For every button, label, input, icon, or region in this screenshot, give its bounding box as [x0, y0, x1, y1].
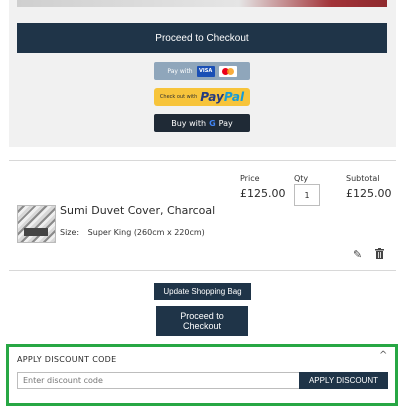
- pay-with-label: Pay with: [167, 67, 193, 75]
- update-shopping-bag-button[interactable]: Update Shopping Bag: [154, 283, 251, 300]
- divider: [9, 270, 396, 271]
- discount-code-input[interactable]: [17, 372, 307, 389]
- size-label: Size:: [60, 228, 80, 237]
- mastercard-icon: [218, 65, 237, 77]
- pay-with-card-button[interactable]: Pay with VISA: [154, 62, 250, 80]
- chevron-up-icon[interactable]: ^: [379, 350, 387, 361]
- google-g-icon: G: [209, 118, 216, 128]
- subtotal-header: Subtotal: [346, 174, 380, 183]
- apply-discount-button[interactable]: APPLY DISCOUNT: [299, 372, 388, 389]
- product-size: Size: Super King (260cm x 220cm): [60, 228, 205, 237]
- item-price: £125.00: [240, 187, 286, 200]
- gpay-suffix: Pay: [218, 118, 233, 128]
- paypal-checkout-label: Check out with: [159, 94, 198, 100]
- proceed-to-checkout-button-top[interactable]: Proceed to Checkout: [17, 23, 387, 53]
- visa-icon: VISA: [196, 65, 215, 77]
- paypal-checkout-button[interactable]: Check out with PayPal: [154, 88, 250, 106]
- size-value: Super King (260cm x 220cm): [87, 228, 205, 237]
- paypal-logo-pay: Pay: [200, 90, 224, 104]
- edit-icon[interactable]: ✎: [353, 248, 362, 261]
- price-header: Price: [240, 174, 260, 183]
- product-image-strip: [17, 0, 387, 7]
- quantity-input[interactable]: 1: [294, 184, 320, 206]
- product-thumbnail[interactable]: [17, 205, 56, 243]
- gpay-prefix: Buy with: [171, 118, 207, 128]
- qty-header: Qty: [294, 174, 309, 183]
- discount-code-panel: APPLY DISCOUNT CODE ^ APPLY DISCOUNT: [6, 344, 398, 406]
- item-subtotal: £125.00: [346, 187, 392, 200]
- discount-title: APPLY DISCOUNT CODE: [17, 355, 117, 364]
- proceed-to-checkout-button-bottom[interactable]: Proceed to Checkout: [156, 306, 248, 336]
- paypal-logo: PayPal: [200, 90, 244, 104]
- product-name[interactable]: Sumi Duvet Cover, Charcoal: [60, 204, 215, 217]
- trash-icon[interactable]: [375, 248, 384, 259]
- divider: [9, 160, 396, 161]
- google-pay-button[interactable]: Buy with G Pay: [154, 114, 250, 132]
- paypal-logo-pal: Pal: [223, 90, 245, 104]
